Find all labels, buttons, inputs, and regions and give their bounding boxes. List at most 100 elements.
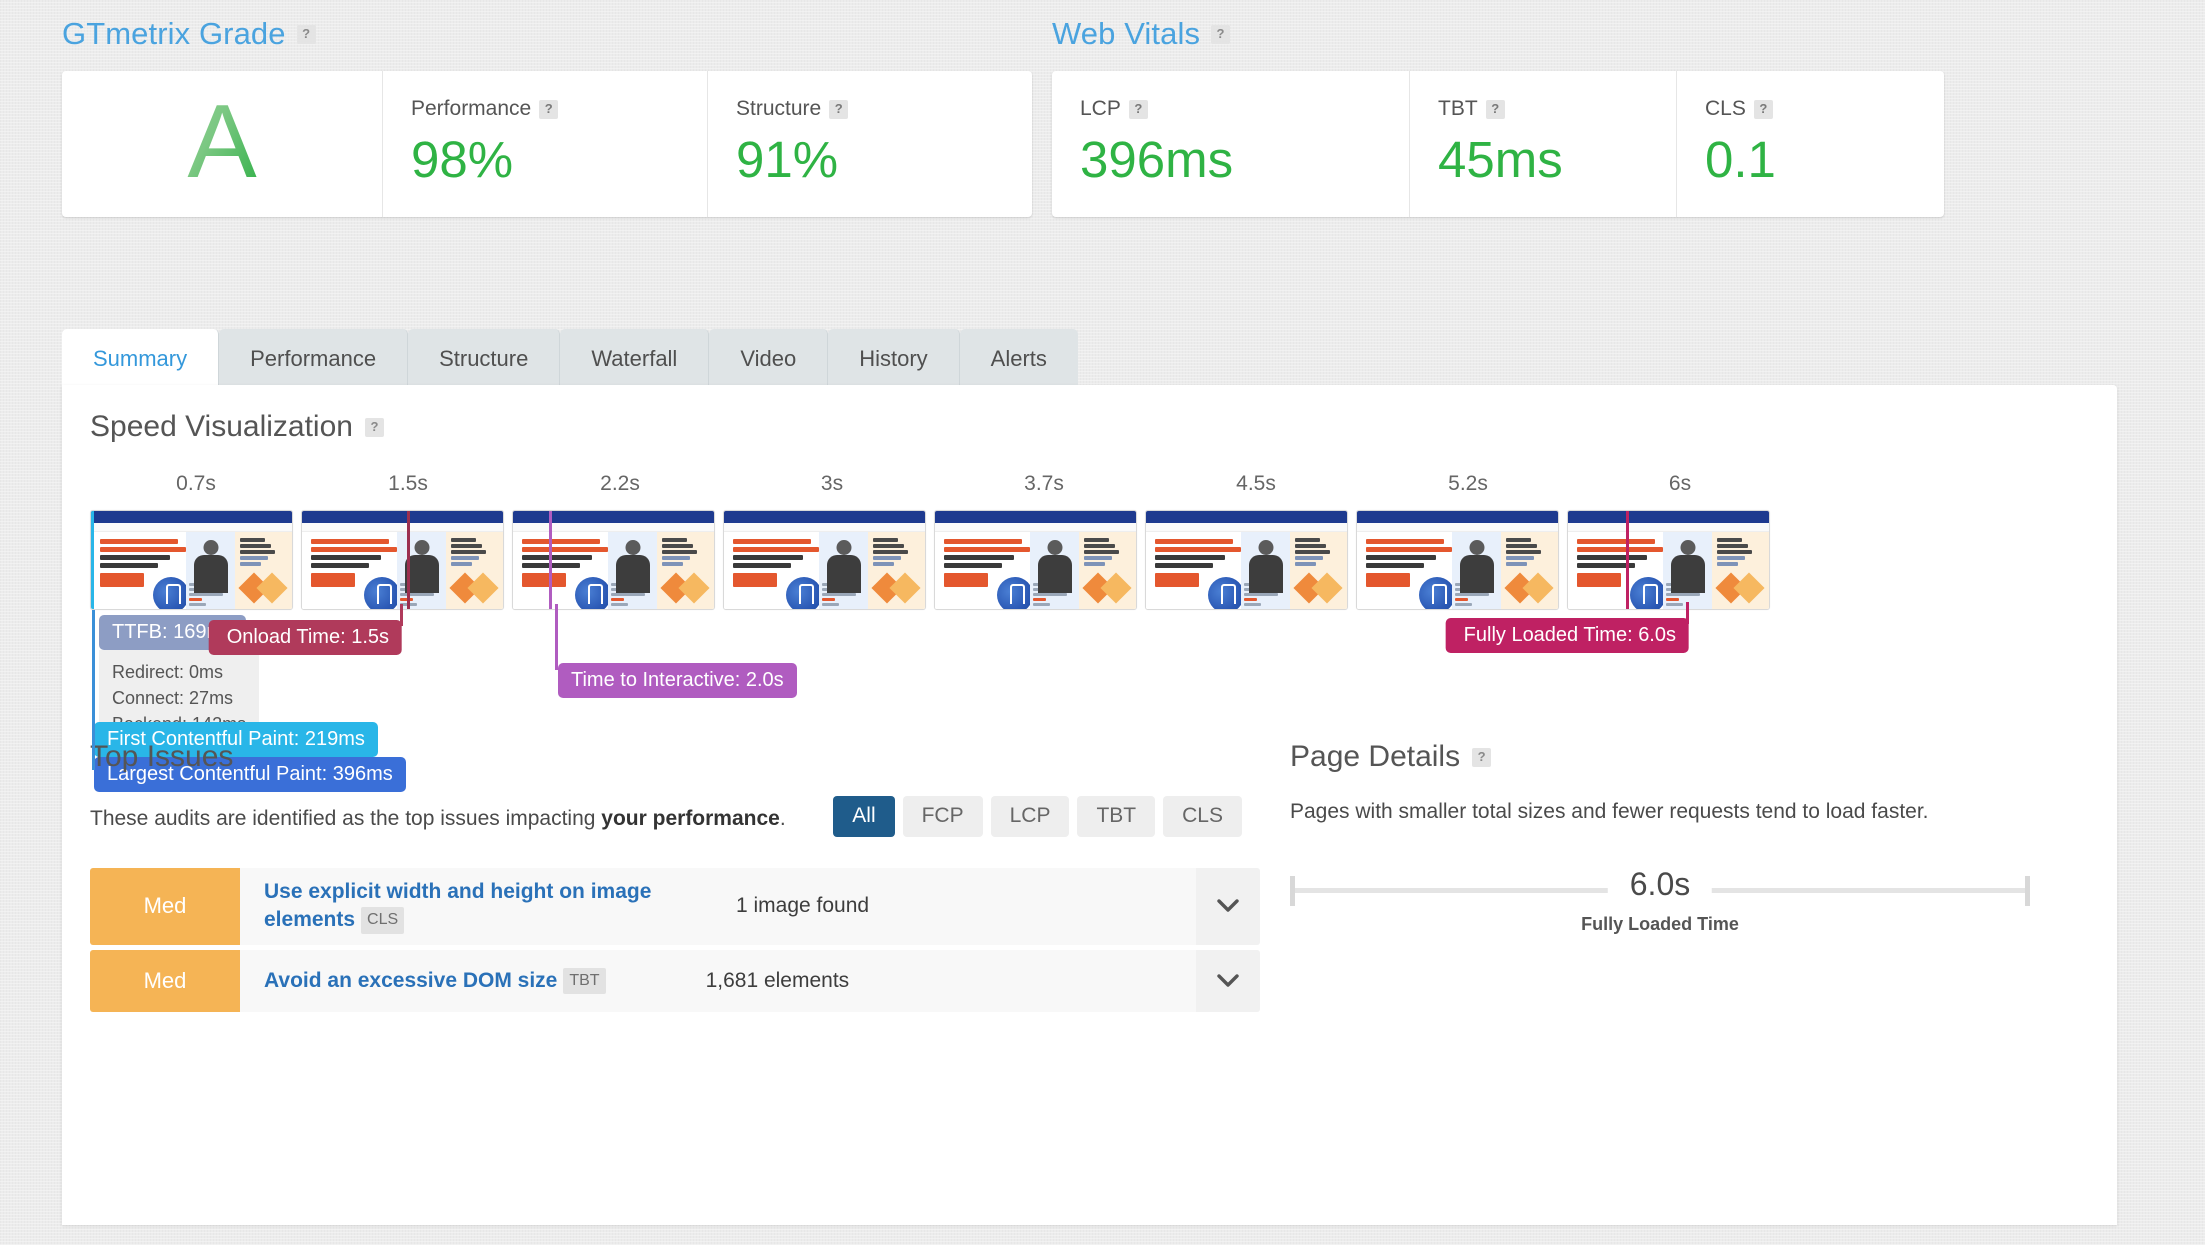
issue-value: 1,681 elements bbox=[706, 969, 850, 993]
tab-video[interactable]: Video bbox=[709, 329, 828, 388]
frame-marker-line bbox=[1626, 511, 1629, 609]
tab-history[interactable]: History bbox=[828, 329, 959, 388]
speed-visualization-title-text: Speed Visualization bbox=[90, 410, 353, 444]
overall-grade-cell: A bbox=[62, 71, 382, 217]
status-badge: Med bbox=[90, 868, 240, 945]
web-vitals-title: Web Vitals ? bbox=[1052, 16, 1944, 52]
thumb-cta-button bbox=[944, 573, 988, 587]
frame-marker-line bbox=[91, 511, 94, 609]
metric-lcp: LCP ? 396ms bbox=[1052, 71, 1409, 217]
filmstrip-frame[interactable] bbox=[90, 510, 293, 610]
onload-connector-line bbox=[400, 604, 403, 626]
help-icon[interactable]: ? bbox=[365, 418, 384, 437]
issue-title[interactable]: Avoid an excessive DOM sizeTBT bbox=[264, 967, 606, 995]
help-icon[interactable]: ? bbox=[1472, 748, 1491, 767]
issue-filter-group[interactable]: All FCP LCP TBT CLS bbox=[833, 796, 1242, 837]
thumb-sidebar bbox=[1501, 532, 1558, 610]
tab-structure[interactable]: Structure bbox=[408, 329, 560, 388]
thumb-cta-button bbox=[1577, 573, 1621, 587]
gtmetrix-grade-card: A Performance ? 98% Structure ? 91% bbox=[62, 71, 1032, 217]
metric-structure-label: Structure ? bbox=[736, 97, 1004, 121]
tab-summary[interactable]: Summary bbox=[62, 329, 219, 388]
thumb-sidebar bbox=[868, 532, 925, 610]
help-icon[interactable]: ? bbox=[1486, 100, 1505, 119]
filmstrip-frame[interactable] bbox=[1145, 510, 1348, 610]
thumb-body bbox=[1357, 532, 1558, 610]
metric-tbt-value: 45ms bbox=[1438, 133, 1648, 187]
thumb-body bbox=[513, 532, 714, 610]
thumb-hero bbox=[302, 532, 397, 610]
filter-cls[interactable]: CLS bbox=[1163, 796, 1242, 837]
top-issues-section: Top Issues These audits are identified a… bbox=[90, 740, 1260, 1017]
thumb-body bbox=[91, 532, 292, 610]
table-row[interactable]: Med Use explicit width and height on ima… bbox=[90, 868, 1260, 945]
filter-tbt[interactable]: TBT bbox=[1077, 796, 1155, 837]
tab-alerts[interactable]: Alerts bbox=[960, 329, 1078, 388]
help-icon[interactable]: ? bbox=[539, 100, 558, 119]
panel-bottom: Top Issues These audits are identified a… bbox=[90, 740, 2090, 1017]
help-icon[interactable]: ? bbox=[1211, 25, 1230, 44]
thumb-photo bbox=[819, 532, 868, 610]
timeline-tick: 5.2s bbox=[1448, 472, 1488, 496]
expand-chevron-icon[interactable] bbox=[1196, 868, 1260, 945]
filmstrip-frame[interactable] bbox=[301, 510, 504, 610]
expand-chevron-icon[interactable] bbox=[1196, 950, 1260, 1012]
thumb-hero bbox=[724, 532, 819, 610]
tti-connector-line bbox=[555, 604, 558, 670]
thumb-body bbox=[724, 532, 925, 610]
summary-panel: Speed Visualization ? 0.7s 1.5s 2.2s 3s … bbox=[62, 385, 2117, 1225]
badge-onload-time: Onload Time: 1.5s bbox=[209, 620, 402, 655]
top-issues-description-suffix: . bbox=[780, 807, 786, 830]
badge-fully-loaded-time: Fully Loaded Time: 6.0s bbox=[1446, 618, 1689, 653]
metric-lcp-label: LCP ? bbox=[1080, 97, 1381, 121]
issue-title[interactable]: Use explicit width and height on image e… bbox=[264, 878, 684, 935]
metric-tbt: TBT ? 45ms bbox=[1409, 71, 1676, 217]
metric-cls-label: CLS ? bbox=[1705, 97, 1916, 121]
timeline-tick: 3s bbox=[821, 472, 843, 496]
speed-visualization-title: Speed Visualization ? bbox=[90, 410, 1790, 444]
help-icon[interactable]: ? bbox=[829, 100, 848, 119]
ttfb-redirect: Redirect: 0ms bbox=[112, 659, 246, 685]
magento-logo-icon bbox=[575, 577, 611, 610]
top-issues-description-bold: your performance bbox=[601, 807, 780, 830]
issue-value: 1 image found bbox=[736, 894, 869, 918]
metric-tbt-label-text: TBT bbox=[1438, 97, 1478, 121]
magento-logo-icon bbox=[997, 577, 1033, 610]
filmstrip-frame[interactable] bbox=[1356, 510, 1559, 610]
thumb-sidebar bbox=[657, 532, 714, 610]
issue-title-text: Avoid an excessive DOM size bbox=[264, 969, 557, 992]
metric-cls-label-text: CLS bbox=[1705, 97, 1746, 121]
report-tab-bar[interactable]: Summary Performance Structure Waterfall … bbox=[62, 329, 1078, 388]
help-icon[interactable]: ? bbox=[297, 25, 316, 44]
thumb-cta-button bbox=[733, 573, 777, 587]
table-row[interactable]: Med Avoid an excessive DOM sizeTBT 1,681… bbox=[90, 950, 1260, 1012]
frame-marker-line bbox=[407, 511, 410, 609]
gtmetrix-grade-section: GTmetrix Grade ? A Performance ? 98% Str… bbox=[62, 16, 1032, 217]
gtmetrix-report-page: GTmetrix Grade ? A Performance ? 98% Str… bbox=[0, 0, 2205, 1245]
filter-lcp[interactable]: LCP bbox=[991, 796, 1070, 837]
filmstrip-frame[interactable] bbox=[1567, 510, 1770, 610]
filter-fcp[interactable]: FCP bbox=[903, 796, 983, 837]
magento-logo-icon bbox=[364, 577, 400, 610]
top-issues-description-prefix: These audits are identified as the top i… bbox=[90, 807, 601, 830]
tab-performance[interactable]: Performance bbox=[219, 329, 408, 388]
filmstrip-frame[interactable] bbox=[512, 510, 715, 610]
thumb-photo bbox=[1452, 532, 1501, 610]
thumb-navbar bbox=[302, 511, 503, 523]
metric-structure: Structure ? 91% bbox=[707, 71, 1032, 217]
issue-title-text: Use explicit width and height on image e… bbox=[264, 880, 651, 931]
filmstrip[interactable] bbox=[90, 510, 1790, 610]
help-icon[interactable]: ? bbox=[1754, 100, 1773, 119]
top-issues-title: Top Issues bbox=[90, 740, 1260, 774]
thumb-hero bbox=[1568, 532, 1663, 610]
tab-waterfall[interactable]: Waterfall bbox=[560, 329, 709, 388]
filmstrip-frame[interactable] bbox=[723, 510, 926, 610]
help-icon[interactable]: ? bbox=[1129, 100, 1148, 119]
filter-all[interactable]: All bbox=[833, 796, 894, 837]
filmstrip-frame[interactable] bbox=[934, 510, 1137, 610]
thumb-body bbox=[935, 532, 1136, 610]
thumb-hero bbox=[513, 532, 608, 610]
metric-performance-label: Performance ? bbox=[411, 97, 679, 121]
metric-structure-value: 91% bbox=[736, 133, 1004, 187]
web-vitals-card: LCP ? 396ms TBT ? 45ms CLS ? 0.1 bbox=[1052, 71, 1944, 217]
